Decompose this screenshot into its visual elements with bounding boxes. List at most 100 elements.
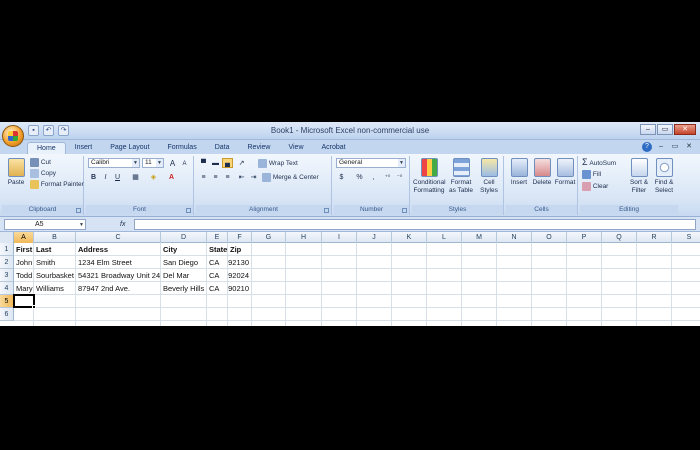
alignment-launcher-icon[interactable] <box>324 208 329 213</box>
borders-icon[interactable]: ▦ <box>130 172 141 182</box>
clipboard-launcher-icon[interactable] <box>76 208 81 213</box>
copy-button[interactable]: Copy <box>30 169 56 178</box>
ribbon-minimize-icon[interactable]: – <box>656 142 666 152</box>
cell-f3[interactable]: 92024 <box>228 269 252 282</box>
formula-input[interactable] <box>134 219 696 230</box>
tab-review[interactable]: Review <box>239 142 280 154</box>
row-header-1[interactable]: 1 <box>0 243 14 256</box>
tab-data[interactable]: Data <box>206 142 239 154</box>
insert-cells-button[interactable]: Insert <box>508 158 530 187</box>
column-header-n[interactable]: N <box>497 232 532 243</box>
column-header-i[interactable]: I <box>322 232 357 243</box>
bold-button[interactable]: B <box>88 172 99 182</box>
align-middle-icon[interactable]: ▬ <box>210 158 221 168</box>
cell-f2[interactable]: 92130 <box>228 256 252 269</box>
font-name-select[interactable]: Calibri ▼ <box>88 158 140 168</box>
sort-filter-button[interactable]: Sort & Filter <box>628 158 650 195</box>
tab-page-layout[interactable]: Page Layout <box>101 142 158 154</box>
cell-c1[interactable]: Address <box>76 243 163 256</box>
cell-f1[interactable]: Zip <box>228 243 252 256</box>
cell-d4[interactable]: Beverly Hills <box>161 282 213 295</box>
orientation-icon[interactable]: ↗ <box>236 158 247 168</box>
format-painter-button[interactable]: Format Painter <box>30 180 84 189</box>
cell-d1[interactable]: City <box>161 243 213 256</box>
paste-button[interactable]: Paste <box>5 158 27 187</box>
column-header-k[interactable]: K <box>392 232 427 243</box>
minimize-button[interactable]: – <box>640 124 656 135</box>
row-header-5[interactable]: 5 <box>0 295 14 308</box>
column-header-g[interactable]: G <box>252 232 286 243</box>
currency-button[interactable]: $ <box>336 172 347 182</box>
align-top-icon[interactable]: ▀ <box>198 158 209 168</box>
tab-view[interactable]: View <box>279 142 312 154</box>
fill-color-icon[interactable]: ◈ <box>148 172 159 182</box>
cell-d2[interactable]: San Diego <box>161 256 213 269</box>
format-cells-button[interactable]: Format <box>554 158 576 187</box>
column-header-f[interactable]: F <box>228 232 252 243</box>
fill-button[interactable]: Fill <box>582 170 601 179</box>
grow-font-button[interactable]: A <box>167 158 178 168</box>
fill-handle[interactable] <box>32 305 36 309</box>
comma-button[interactable]: , <box>368 172 379 182</box>
insert-function-icon[interactable]: fx <box>120 219 130 230</box>
cell-b2[interactable]: Smith <box>34 256 76 269</box>
column-header-d[interactable]: D <box>161 232 207 243</box>
cell-b1[interactable]: Last <box>34 243 76 256</box>
align-left-icon[interactable]: ≡ <box>198 172 209 182</box>
cell-a3[interactable]: Todd <box>14 269 34 282</box>
clear-button[interactable]: Clear <box>582 182 608 191</box>
align-bottom-icon[interactable]: ▄ <box>222 158 233 168</box>
office-button[interactable] <box>2 125 24 147</box>
italic-button[interactable]: I <box>100 172 111 182</box>
cell-b4[interactable]: Williams <box>34 282 76 295</box>
column-header-o[interactable]: O <box>532 232 567 243</box>
tab-home[interactable]: Home <box>27 142 66 154</box>
cell-d3[interactable]: Del Mar <box>161 269 213 282</box>
cell-e3[interactable]: CA <box>207 269 228 282</box>
column-header-l[interactable]: L <box>427 232 462 243</box>
workbook-close-icon[interactable]: ✕ <box>684 142 694 152</box>
cell-c3[interactable]: 54321 Broadway Unit 24 <box>76 269 163 282</box>
autosum-button[interactable]: Σ AutoSum <box>582 158 616 168</box>
column-header-j[interactable]: J <box>357 232 392 243</box>
font-launcher-icon[interactable] <box>186 208 191 213</box>
ribbon-restore-icon[interactable]: ▭ <box>670 142 680 152</box>
cell-a2[interactable]: John <box>14 256 34 269</box>
cell-e2[interactable]: CA <box>207 256 228 269</box>
close-button[interactable]: ✕ <box>674 124 696 135</box>
column-header-q[interactable]: Q <box>602 232 637 243</box>
cell-styles-button[interactable]: Cell Styles <box>476 158 502 195</box>
align-center-icon[interactable]: ≡ <box>210 172 221 182</box>
decrease-decimal-icon[interactable]: ⁻⁰ <box>394 172 405 182</box>
cell-f4[interactable]: 90210 <box>228 282 252 295</box>
column-header-s[interactable]: S <box>672 232 700 243</box>
cut-button[interactable]: Cut <box>30 158 51 167</box>
cell-e1[interactable]: State <box>207 243 228 256</box>
find-select-button[interactable]: Find & Select <box>652 158 676 195</box>
column-header-p[interactable]: P <box>567 232 602 243</box>
percent-button[interactable]: % <box>354 172 365 182</box>
font-color-icon[interactable]: A <box>166 172 177 182</box>
column-header-a[interactable]: A <box>14 232 34 243</box>
maximize-button[interactable]: ▭ <box>657 124 673 135</box>
decrease-indent-icon[interactable]: ⇤ <box>236 172 247 182</box>
increase-decimal-icon[interactable]: ⁺⁰ <box>382 172 393 182</box>
tab-acrobat[interactable]: Acrobat <box>313 142 355 154</box>
format-as-table-button[interactable]: Format as Table <box>448 158 474 195</box>
tab-insert[interactable]: Insert <box>66 142 102 154</box>
wrap-text-button[interactable]: Wrap Text <box>258 159 298 168</box>
conditional-formatting-button[interactable]: Conditional Formatting <box>413 158 446 195</box>
row-header-2[interactable]: 2 <box>0 256 14 269</box>
cell-e4[interactable]: CA <box>207 282 228 295</box>
worksheet-grid[interactable]: ABCDEFGHIJKLMNOPQRS 1 First Last Address Cit… <box>0 232 700 326</box>
column-header-e[interactable]: E <box>207 232 228 243</box>
merge-center-button[interactable]: Merge & Center <box>262 173 319 182</box>
increase-indent-icon[interactable]: ⇥ <box>248 172 259 182</box>
column-header-c[interactable]: C <box>76 232 161 243</box>
column-header-m[interactable]: M <box>462 232 497 243</box>
select-all-corner[interactable] <box>0 232 14 243</box>
font-size-select[interactable]: 11 ▼ <box>142 158 164 168</box>
number-launcher-icon[interactable] <box>402 208 407 213</box>
align-right-icon[interactable]: ≡ <box>222 172 233 182</box>
help-icon[interactable]: ? <box>642 142 652 152</box>
